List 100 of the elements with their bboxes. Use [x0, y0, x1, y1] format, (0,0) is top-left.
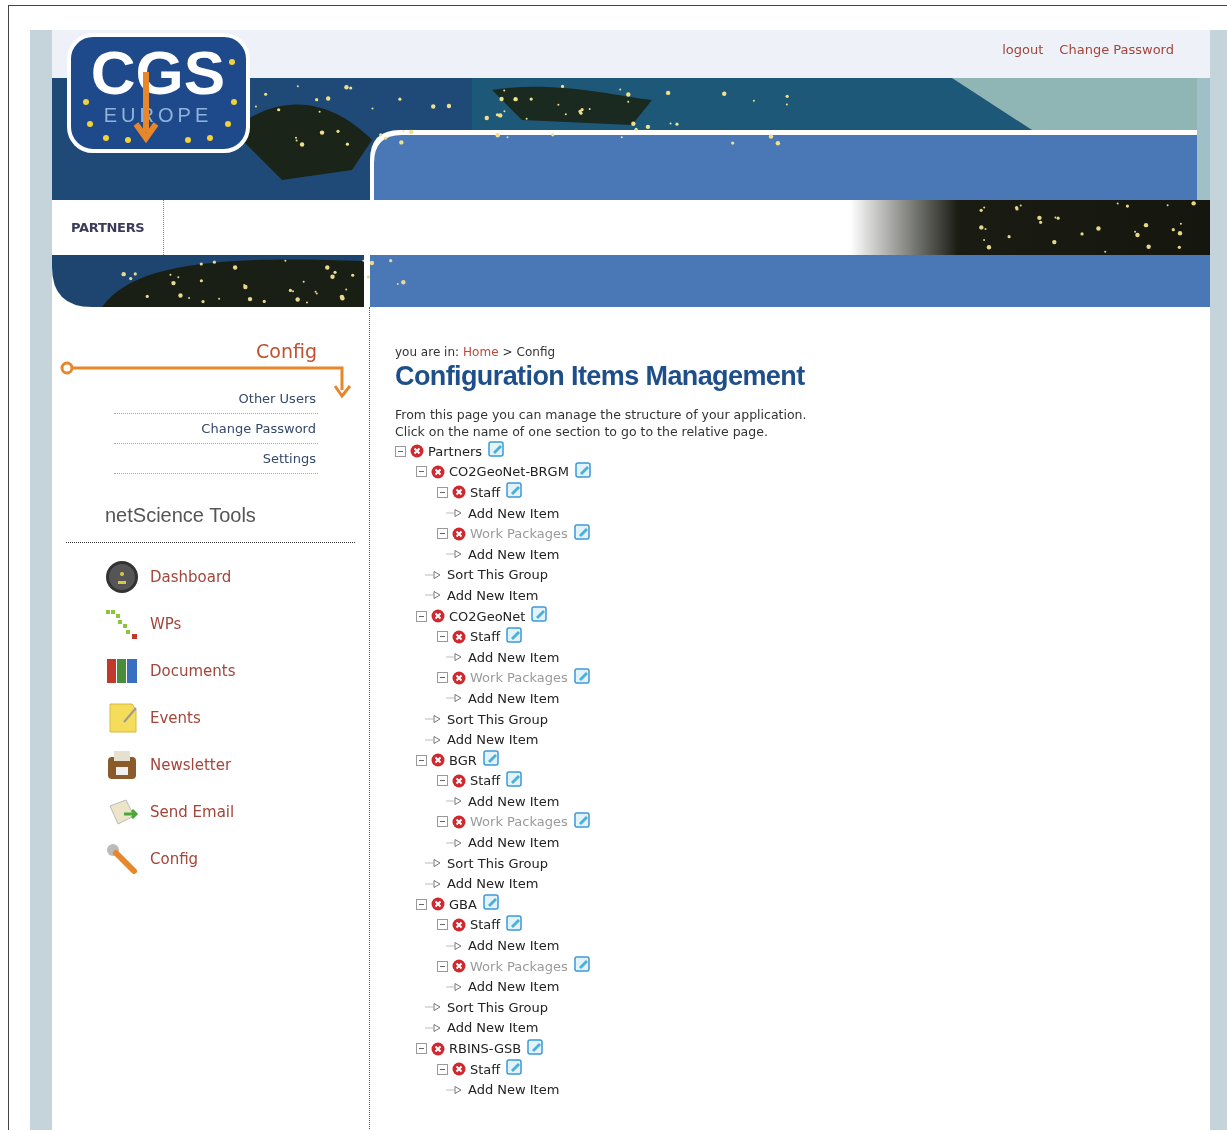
- collapse-toggle-icon[interactable]: [437, 528, 448, 540]
- tree-item[interactable]: Staff: [470, 773, 501, 789]
- delete-icon[interactable]: [452, 917, 466, 932]
- breadcrumb-link[interactable]: Home: [463, 345, 499, 359]
- tree-action[interactable]: Add New Item: [468, 690, 560, 706]
- collapse-toggle-icon[interactable]: [437, 672, 448, 684]
- triangle-icon: [425, 590, 443, 601]
- tree-item[interactable]: Staff: [470, 1061, 501, 1077]
- collapse-toggle-icon[interactable]: [437, 816, 448, 828]
- tool-link[interactable]: Documents: [150, 662, 236, 680]
- tool-link[interactable]: Dashboard: [150, 568, 232, 586]
- edit-icon[interactable]: [531, 605, 549, 623]
- wrench-icon[interactable]: [104, 841, 140, 877]
- edit-icon[interactable]: [506, 1058, 524, 1076]
- tool-link[interactable]: Newsletter: [150, 756, 232, 774]
- tree-action[interactable]: Add New Item: [468, 793, 560, 809]
- tree-action[interactable]: Sort This Group: [447, 567, 549, 583]
- collapse-toggle-icon[interactable]: [437, 775, 448, 787]
- delete-icon[interactable]: [452, 526, 466, 541]
- tree-item[interactable]: RBINS-GSB: [449, 1041, 522, 1056]
- tree-item[interactable]: CO2GeoNet-BRGM: [449, 464, 569, 480]
- triangle-icon: [446, 796, 464, 807]
- delete-icon[interactable]: [452, 670, 466, 685]
- description-text: From this page you can manage the structure of your application.: [395, 406, 808, 423]
- tree-action[interactable]: Add New Item: [468, 649, 560, 665]
- collapse-toggle-icon[interactable]: [416, 898, 427, 910]
- submenu-link[interactable]: Change Password: [114, 414, 318, 444]
- tree-item[interactable]: Staff: [470, 485, 501, 500]
- tree-action[interactable]: Add New Item: [468, 505, 560, 521]
- tool-link[interactable]: WPs: [150, 615, 182, 633]
- tree-item[interactable]: BGR: [449, 752, 477, 768]
- tree-action[interactable]: Add New Item: [468, 1082, 560, 1098]
- tree-action[interactable]: Add New Item: [447, 876, 539, 892]
- delete-icon[interactable]: [431, 1041, 445, 1056]
- tree-action[interactable]: Add New Item: [468, 938, 560, 954]
- collapse-toggle-icon[interactable]: [416, 754, 427, 766]
- edit-icon[interactable]: [573, 522, 591, 540]
- submenu-link[interactable]: Settings: [114, 444, 318, 474]
- delete-icon[interactable]: [431, 753, 445, 768]
- breadcrumb-label: you are in:: [395, 345, 460, 359]
- tree-item[interactable]: Staff: [470, 917, 501, 933]
- triangle-icon: [425, 1022, 443, 1033]
- tree-action[interactable]: Sort This Group: [447, 999, 549, 1015]
- tree-item[interactable]: CO2GeoNet: [449, 608, 526, 624]
- delete-icon[interactable]: [431, 464, 445, 479]
- collapse-toggle-icon[interactable]: [416, 466, 427, 478]
- gauge-icon[interactable]: [104, 559, 140, 595]
- delete-icon[interactable]: [452, 815, 466, 829]
- edit-icon[interactable]: [573, 955, 591, 973]
- triangle-icon: [446, 940, 464, 951]
- triangle-icon: [425, 1002, 443, 1013]
- edit-icon[interactable]: [506, 625, 524, 643]
- tree-action[interactable]: Add New Item: [468, 979, 560, 995]
- edit-icon[interactable]: [506, 769, 524, 787]
- tree-action[interactable]: Add New Item: [468, 835, 560, 851]
- delete-icon[interactable]: [431, 609, 445, 624]
- triangle-icon: [446, 693, 464, 704]
- edit-icon[interactable]: [482, 749, 500, 767]
- triangle-icon: [425, 569, 443, 580]
- delete-icon[interactable]: [452, 485, 466, 500]
- delete-icon[interactable]: [452, 1062, 466, 1077]
- collapse-toggle-icon[interactable]: [416, 610, 427, 622]
- edit-icon[interactable]: [527, 1037, 545, 1055]
- edit-icon[interactable]: [488, 440, 506, 458]
- edit-icon[interactable]: [573, 666, 591, 684]
- triangle-icon: [446, 837, 464, 848]
- delete-icon[interactable]: [410, 444, 424, 459]
- collapse-toggle-icon[interactable]: [437, 631, 448, 643]
- delete-icon[interactable]: [431, 897, 445, 912]
- tree-action[interactable]: Sort This Group: [447, 855, 549, 871]
- tree-item[interactable]: Staff: [470, 629, 501, 645]
- tool-link[interactable]: Config: [150, 850, 199, 868]
- breadcrumb-current: Config: [516, 345, 556, 359]
- collapse-toggle-icon[interactable]: [416, 1043, 427, 1054]
- edit-icon[interactable]: [573, 811, 591, 828]
- triangle-icon: [425, 734, 443, 745]
- collapse-toggle-icon[interactable]: [395, 445, 406, 457]
- tree-action[interactable]: Add New Item: [447, 587, 539, 603]
- collapse-toggle-icon[interactable]: [437, 919, 448, 931]
- collapse-toggle-icon[interactable]: [437, 960, 448, 972]
- tree-item[interactable]: GBA: [449, 896, 477, 912]
- tool-link[interactable]: Events: [150, 709, 201, 727]
- tree-action[interactable]: Add New Item: [468, 546, 560, 562]
- edit-icon[interactable]: [506, 481, 524, 499]
- tree-action[interactable]: Sort This Group: [447, 711, 549, 727]
- tree-action[interactable]: Add New Item: [447, 732, 539, 748]
- edit-icon[interactable]: [482, 893, 500, 911]
- breadcrumb-separator: >: [502, 345, 513, 359]
- edit-icon[interactable]: [574, 460, 592, 478]
- delete-icon[interactable]: [452, 773, 466, 788]
- tree-item[interactable]: Partners: [428, 443, 483, 459]
- collapse-toggle-icon[interactable]: [437, 1063, 448, 1075]
- delete-icon[interactable]: [452, 959, 466, 974]
- collapse-toggle-icon[interactable]: [437, 487, 448, 498]
- tool-link[interactable]: Send Email: [150, 803, 235, 821]
- tree-action[interactable]: Add New Item: [447, 1020, 539, 1036]
- delete-icon[interactable]: [452, 629, 466, 644]
- submenu-link[interactable]: Other Users: [114, 384, 318, 414]
- section-title: Config: [255, 340, 318, 362]
- edit-icon[interactable]: [506, 913, 524, 931]
